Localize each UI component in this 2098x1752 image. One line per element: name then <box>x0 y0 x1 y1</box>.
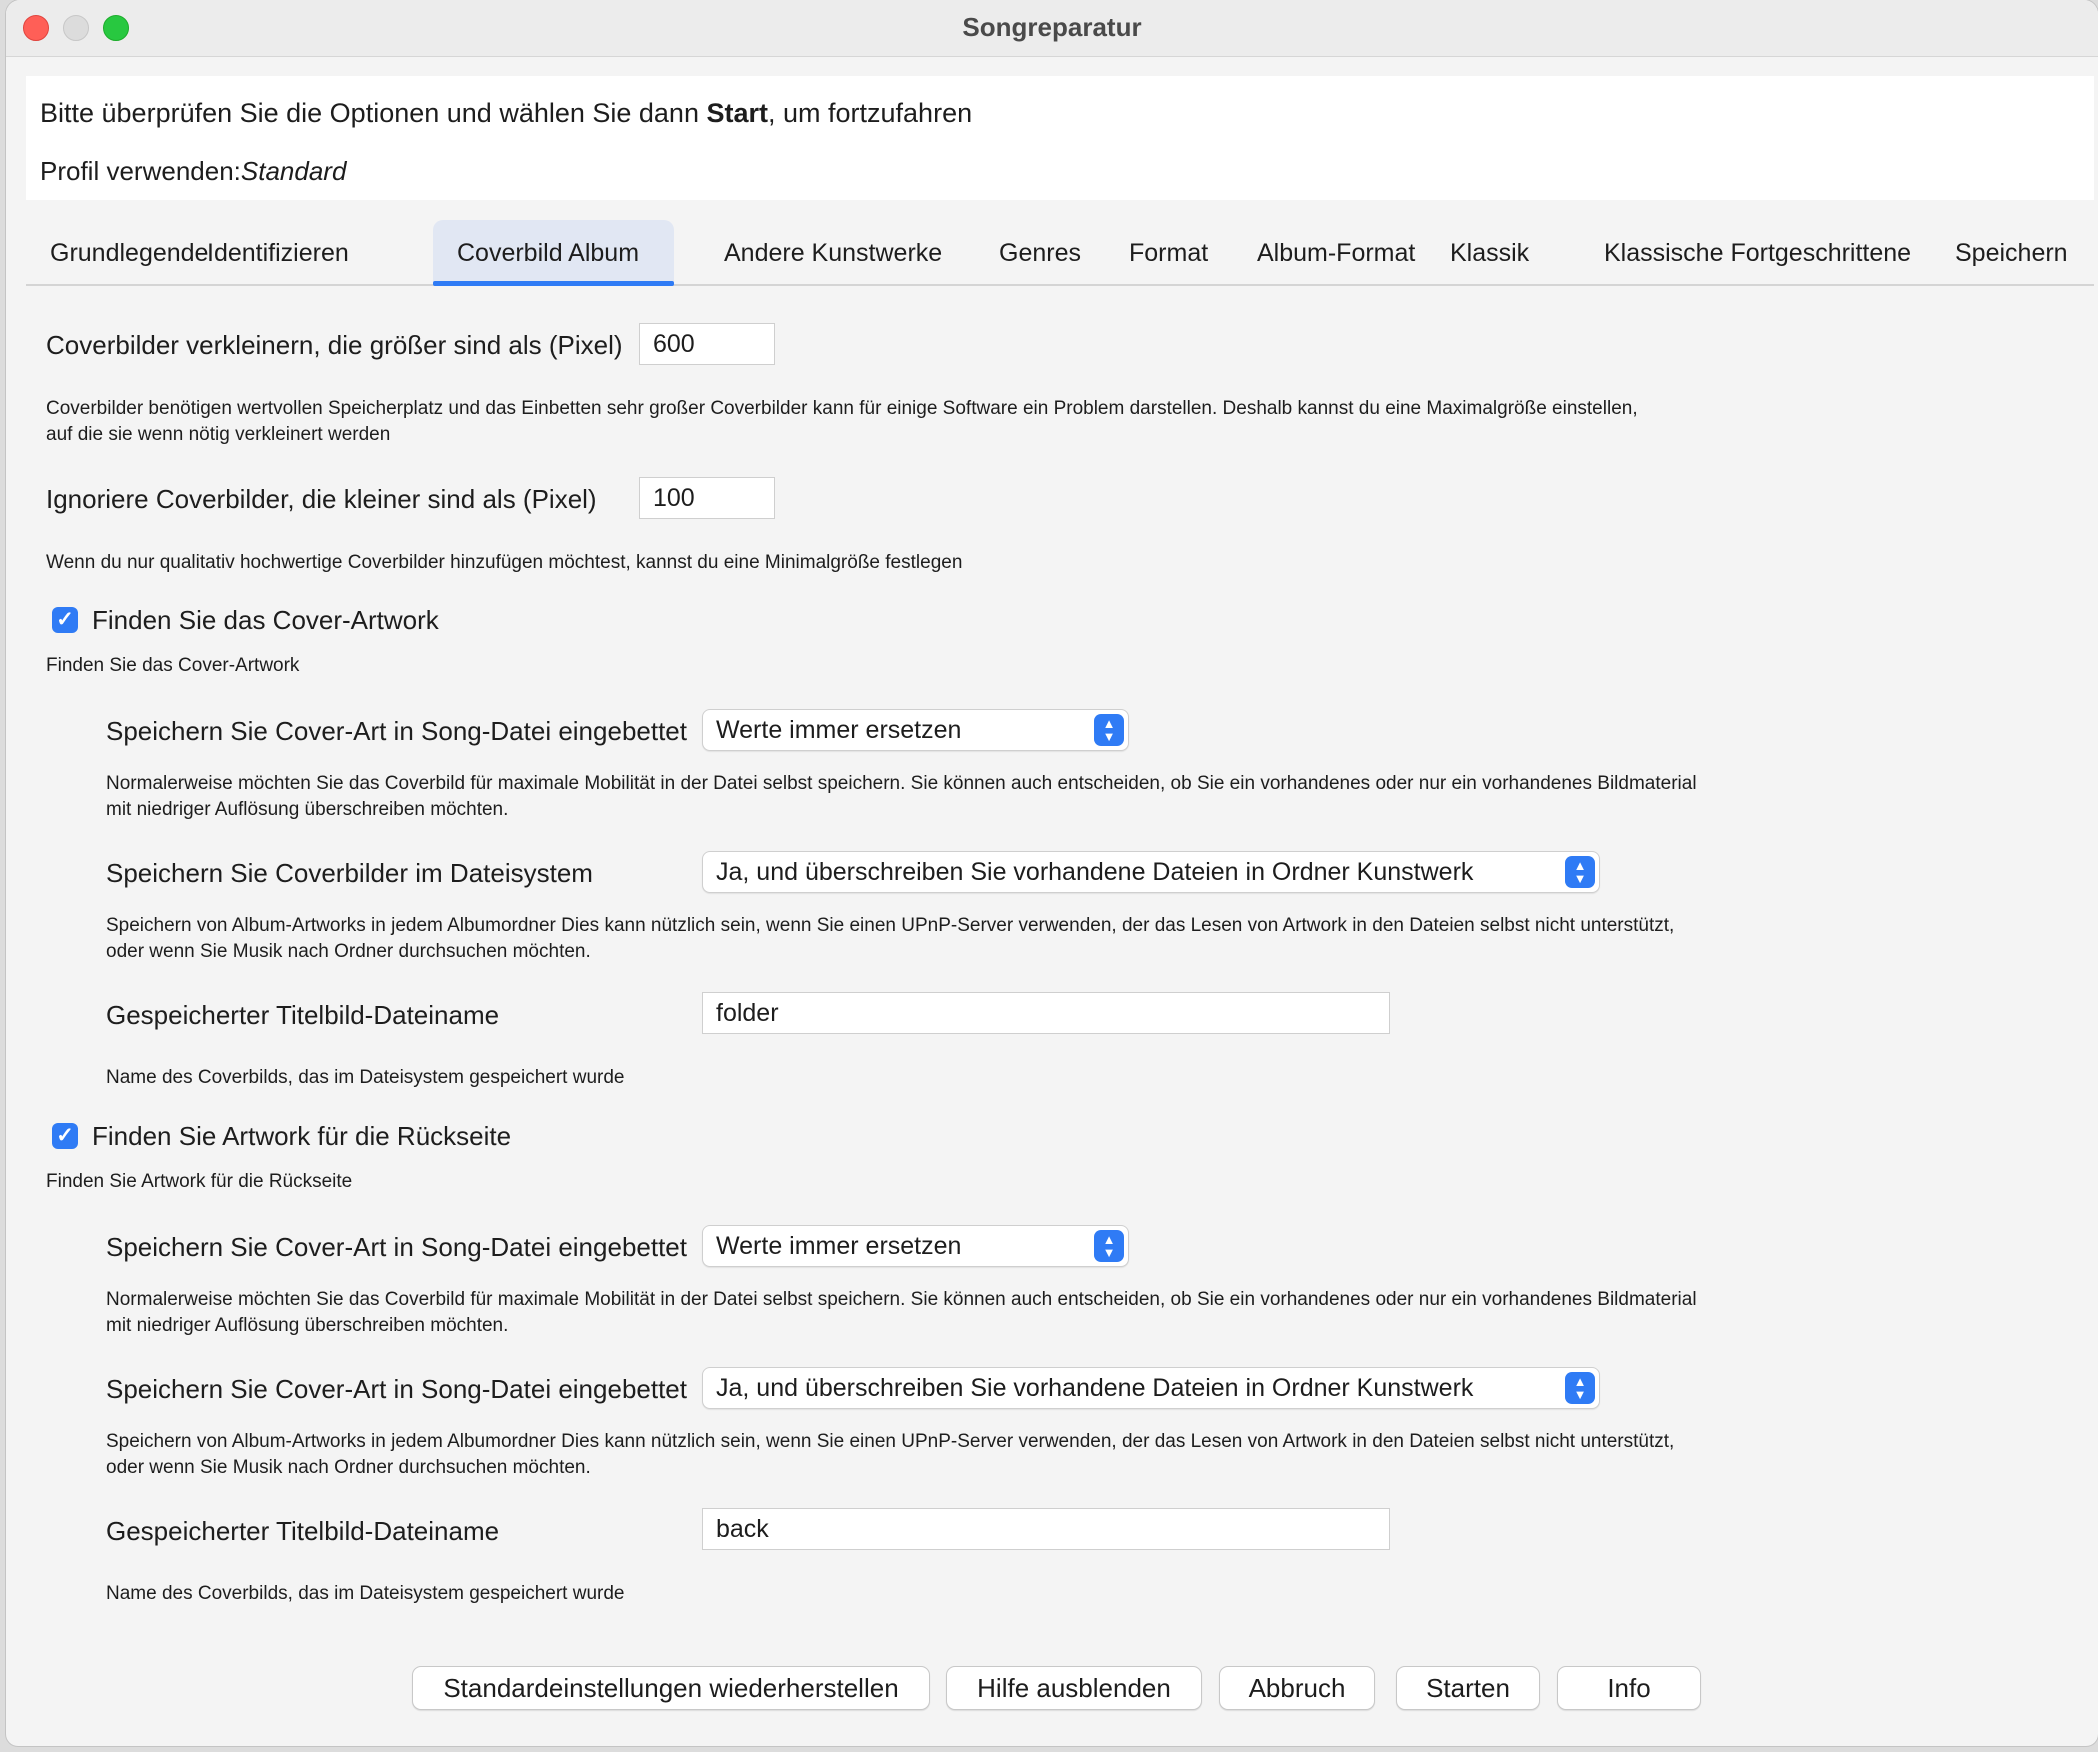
ignore-help: Wenn du nur qualitativ hochwertige Cover… <box>46 552 963 573</box>
select-arrows-icon: ▲ ▼ <box>1094 1230 1124 1262</box>
select-arrows-icon: ▲ ▼ <box>1565 856 1595 888</box>
tab-format[interactable]: Format <box>1105 220 1232 282</box>
front-filesystem-select[interactable]: Ja, und überschreiben Sie vorhandene Dat… <box>702 851 1600 893</box>
front-embed-value: Werte immer ersetzen <box>716 716 962 744</box>
front-filesystem-help-line1: Speichern von Album-Artworks in jedem Al… <box>106 915 1675 936</box>
intro-text-bold: Start <box>706 98 768 128</box>
ignore-label: Ignoriere Coverbilder, die kleiner sind … <box>46 484 597 514</box>
find-back-artwork-checkbox[interactable]: ✓ <box>52 1123 78 1149</box>
profile-value: Standard <box>240 156 347 186</box>
tab-genres[interactable]: Genres <box>975 220 1105 282</box>
resize-help: Coverbilder benötigen wertvollen Speiche… <box>46 396 1638 448</box>
back-embed-help-line1: Normalerweise möchten Sie das Coverbild … <box>106 1289 1697 1310</box>
back-embed-label: Speichern Sie Cover-Art in Song-Datei ei… <box>106 1232 687 1262</box>
tab-klassik[interactable]: Klassik <box>1426 220 1553 282</box>
front-embed-label: Speichern Sie Cover-Art in Song-Datei ei… <box>106 716 687 746</box>
intro-panel: Bitte überprüfen Sie die Optionen und wä… <box>26 76 2094 200</box>
select-arrows-icon: ▲ ▼ <box>1094 714 1124 746</box>
back-filesystem-help: Speichern von Album-Artworks in jedem Al… <box>106 1429 1674 1481</box>
tab-coverbild-album[interactable]: Coverbild Album <box>433 220 674 286</box>
find-back-artwork-help: Finden Sie Artwork für die Rückseite <box>46 1171 353 1192</box>
find-cover-artwork-help: Finden Sie das Cover-Artwork <box>46 655 300 676</box>
front-filesystem-value: Ja, und überschreiben Sie vorhandene Dat… <box>716 858 1474 886</box>
back-filesystem-select[interactable]: Ja, und überschreiben Sie vorhandene Dat… <box>702 1367 1600 1409</box>
select-arrows-icon: ▲ ▼ <box>1565 1372 1595 1404</box>
find-back-artwork-label: Finden Sie Artwork für die Rückseite <box>92 1121 512 1151</box>
resize-label: Coverbilder verkleinern, die größer sind… <box>46 330 623 360</box>
restore-defaults-button[interactable]: Standardeinstellungen wiederherstellen <box>412 1666 930 1710</box>
front-embed-select[interactable]: Werte immer ersetzen ▲ ▼ <box>702 709 1129 751</box>
intro-text-before: Bitte überprüfen Sie die Optionen und wä… <box>40 98 707 128</box>
hide-help-button[interactable]: Hilfe ausblenden <box>946 1666 1202 1710</box>
front-filename-label: Gespeicherter Titelbild-Dateiname <box>106 1000 500 1030</box>
back-embed-value: Werte immer ersetzen <box>716 1232 962 1260</box>
title-bar: Songreparatur <box>6 0 2098 57</box>
front-filename-input[interactable]: folder <box>702 992 1390 1034</box>
back-filesystem-label: Speichern Sie Cover-Art in Song-Datei ei… <box>106 1374 687 1404</box>
profile-label: Profil verwenden: <box>40 156 241 186</box>
info-button[interactable]: Info <box>1557 1666 1701 1710</box>
front-embed-help-line1: Normalerweise möchten Sie das Coverbild … <box>106 773 1697 794</box>
resize-max-pixel-input[interactable]: 600 <box>639 323 775 365</box>
back-filesystem-help-line2: oder wenn Sie Musik nach Ordner durchsuc… <box>106 1457 591 1478</box>
front-embed-help-line2: mit niedriger Auflösung überschreiben mö… <box>106 799 509 820</box>
back-filename-input[interactable]: back <box>702 1508 1390 1550</box>
back-embed-help: Normalerweise möchten Sie das Coverbild … <box>106 1287 1697 1339</box>
back-embed-help-line2: mit niedriger Auflösung überschreiben mö… <box>106 1315 509 1336</box>
profile-line: Profil verwenden:Standard <box>40 156 346 187</box>
window-title: Songreparatur <box>962 12 1142 42</box>
front-filesystem-help: Speichern von Album-Artworks in jedem Al… <box>106 913 1674 965</box>
tab-bar: Grundlegende Identifizieren Coverbild Al… <box>26 220 2094 286</box>
tab-speichern[interactable]: Speichern <box>1931 220 2092 282</box>
front-embed-help: Normalerweise möchten Sie das Coverbild … <box>106 771 1697 823</box>
back-filesystem-value: Ja, und überschreiben Sie vorhandene Dat… <box>716 1374 1474 1402</box>
tab-album-format[interactable]: Album-Format <box>1233 220 1439 282</box>
back-embed-select[interactable]: Werte immer ersetzen ▲ ▼ <box>702 1225 1129 1267</box>
back-filename-label: Gespeicherter Titelbild-Dateiname <box>106 1516 500 1546</box>
front-filesystem-label: Speichern Sie Coverbilder im Dateisystem <box>106 858 593 888</box>
intro-text-after: , um fortzufahren <box>768 98 973 128</box>
back-filesystem-help-line1: Speichern von Album-Artworks in jedem Al… <box>106 1431 1675 1452</box>
tab-klassische-fortgeschrittene[interactable]: Klassische Fortgeschrittene <box>1580 220 1935 282</box>
resize-help-line1: Coverbilder benötigen wertvollen Speiche… <box>46 398 1638 419</box>
cancel-button[interactable]: Abbruch <box>1219 1666 1375 1710</box>
tab-identifizieren[interactable]: Identifizieren <box>183 220 373 282</box>
resize-help-line2: auf die sie wenn nötig verkleinert werde… <box>46 424 391 445</box>
tab-andere-kunstwerke[interactable]: Andere Kunstwerke <box>700 220 966 282</box>
intro-instruction: Bitte überprüfen Sie die Optionen und wä… <box>40 98 972 129</box>
start-button[interactable]: Starten <box>1396 1666 1540 1710</box>
find-cover-artwork-label: Finden Sie das Cover-Artwork <box>92 605 439 635</box>
app-window: Songreparatur Bitte überprüfen Sie die O… <box>6 0 2098 1746</box>
front-filesystem-help-line2: oder wenn Sie Musik nach Ordner durchsuc… <box>106 941 591 962</box>
find-cover-artwork-checkbox[interactable]: ✓ <box>52 607 78 633</box>
ignore-min-pixel-input[interactable]: 100 <box>639 477 775 519</box>
front-filename-help: Name des Coverbilds, das im Dateisystem … <box>106 1067 625 1088</box>
back-filename-help: Name des Coverbilds, das im Dateisystem … <box>106 1583 625 1604</box>
